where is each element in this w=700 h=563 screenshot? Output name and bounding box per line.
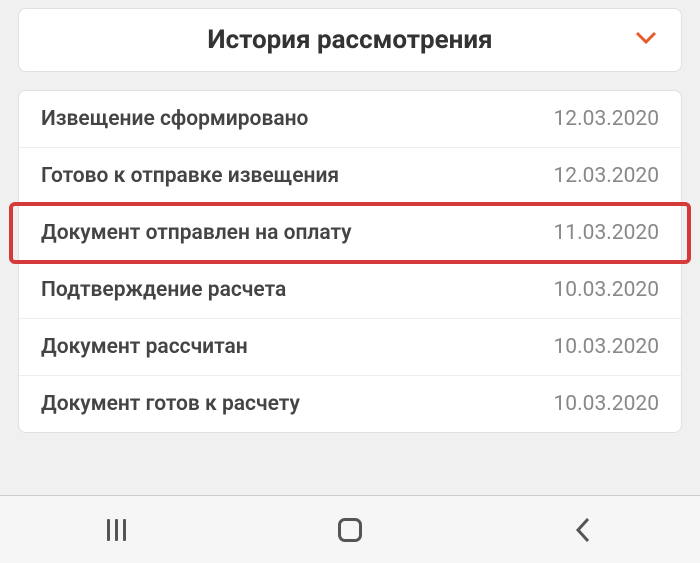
history-item-label: Документ рассчитан: [41, 335, 248, 359]
history-item-label: Извещение сформировано: [41, 107, 308, 131]
nav-recent-button[interactable]: [77, 510, 157, 550]
back-icon: [574, 517, 592, 543]
history-item-label: Документ готов к расчету: [41, 392, 300, 416]
history-item[interactable]: Подтверждение расчета 10.03.2020: [19, 262, 681, 319]
history-item-label: Готово к отправке извещения: [41, 164, 339, 188]
history-item[interactable]: Документ рассчитан 10.03.2020: [19, 319, 681, 376]
history-list: Извещение сформировано 12.03.2020 Готово…: [18, 90, 682, 433]
history-item-date: 10.03.2020: [554, 335, 660, 359]
history-item[interactable]: Извещение сформировано 12.03.2020: [19, 91, 681, 148]
history-item-label: Документ отправлен на оплату: [41, 221, 352, 245]
history-item-highlighted[interactable]: Документ отправлен на оплату 11.03.2020: [19, 205, 681, 262]
nav-home-button[interactable]: [310, 510, 390, 550]
history-title: История рассмотрения: [43, 25, 657, 55]
history-item-date: 12.03.2020: [554, 164, 660, 188]
history-item-date: 10.03.2020: [554, 278, 660, 302]
home-icon: [338, 518, 362, 542]
nav-back-button[interactable]: [543, 510, 623, 550]
history-item-date: 12.03.2020: [554, 107, 660, 131]
history-item[interactable]: Документ готов к расчету 10.03.2020: [19, 376, 681, 432]
history-item-label: Подтверждение расчета: [41, 278, 286, 302]
android-navbar: [0, 495, 700, 563]
history-item[interactable]: Готово к отправке извещения 12.03.2020: [19, 148, 681, 205]
chevron-down-icon: [635, 30, 657, 50]
history-header[interactable]: История рассмотрения: [18, 8, 682, 72]
history-item-date: 10.03.2020: [554, 392, 660, 416]
recent-apps-icon: [107, 519, 126, 541]
history-item-date: 11.03.2020: [554, 221, 660, 245]
